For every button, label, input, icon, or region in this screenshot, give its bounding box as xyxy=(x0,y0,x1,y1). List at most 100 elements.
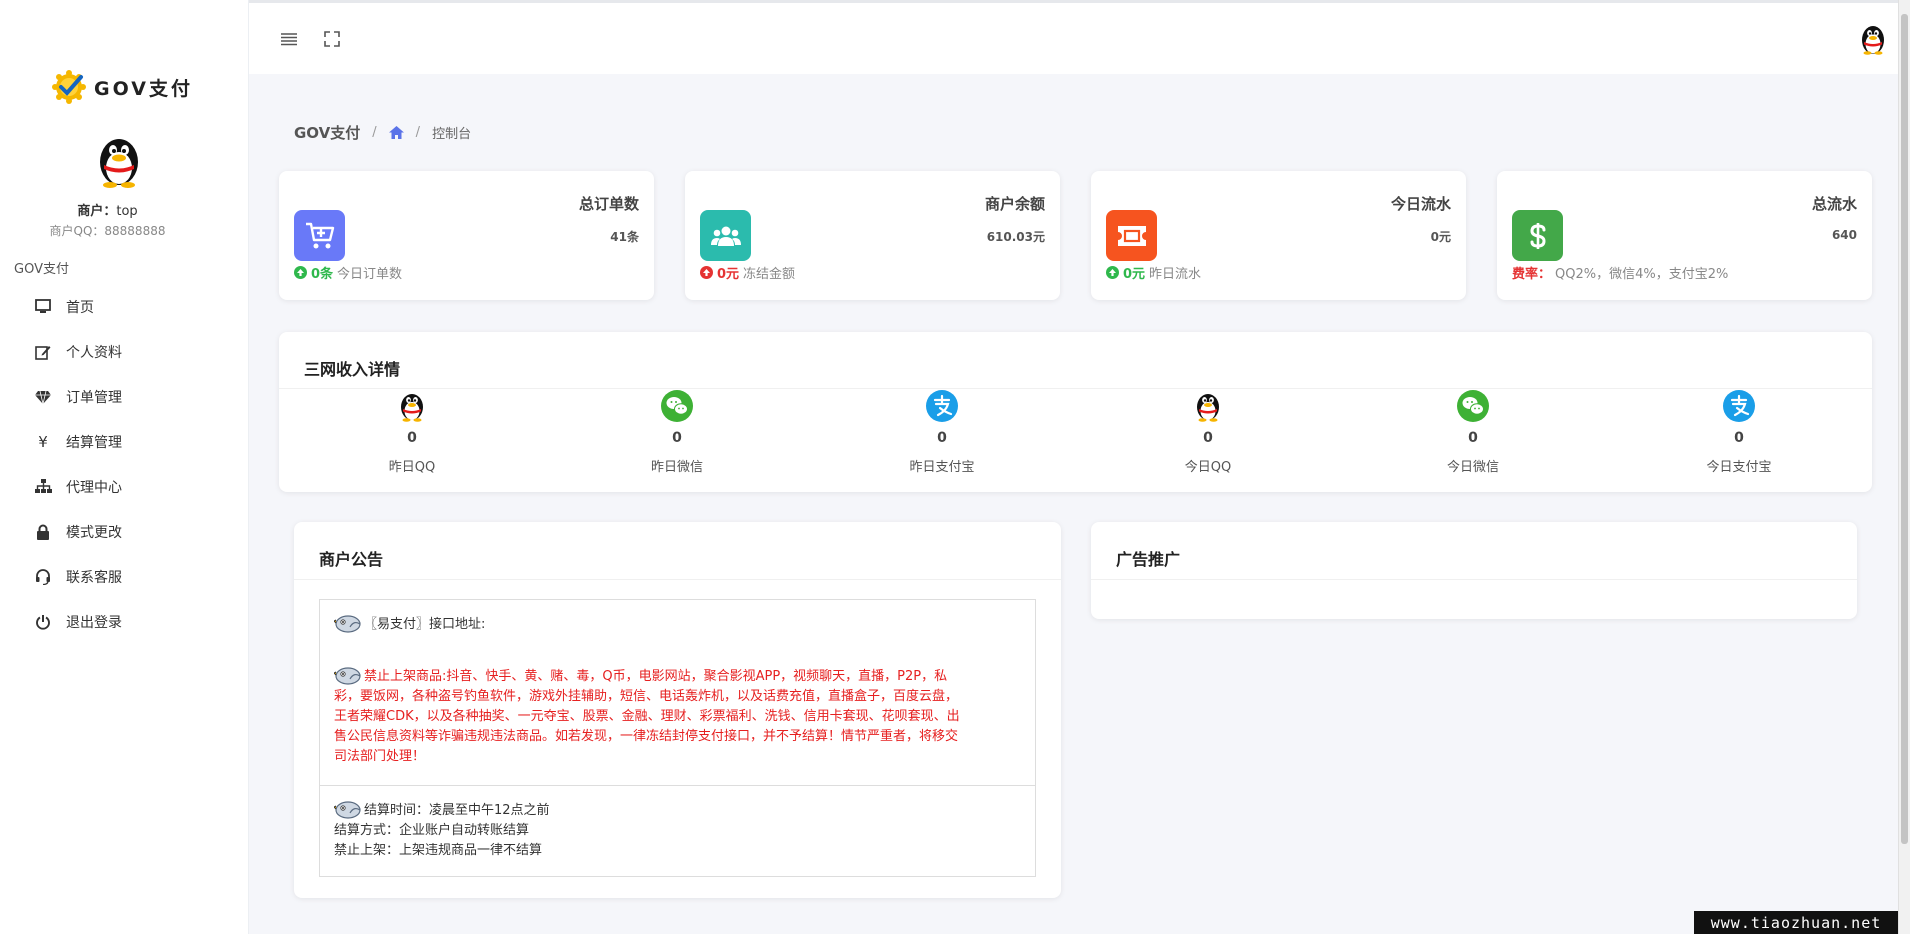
stat-card-balance: 商户余额 610.03元 0元 冻结金额 xyxy=(685,171,1060,300)
yen-icon: ¥ xyxy=(38,432,48,451)
notice-warning-line: 王者荣耀CDK，以及各种抽奖、一元夺宝、股票、金融、理财、彩票福利、洗钱、信用卡… xyxy=(334,709,960,724)
sidebar-item-orders[interactable]: 订单管理 xyxy=(0,374,249,419)
home-icon[interactable] xyxy=(388,126,404,139)
income-item: 0 昨日微信 xyxy=(577,390,777,475)
wechat-icon xyxy=(1457,390,1489,422)
income-item: 0 今日支付宝 xyxy=(1639,390,1839,475)
stat-title: 总流水 xyxy=(1811,195,1857,213)
ads-panel: 广告推广 xyxy=(1091,522,1857,619)
sidebar-item-label: 订单管理 xyxy=(66,389,122,406)
sidebar-item-label: 联系客服 xyxy=(66,569,122,586)
income-item: 0 昨日支付宝 xyxy=(842,390,1042,475)
merchant-qq: 商户QQ：88888888 xyxy=(49,224,166,238)
stat-value: 0元 xyxy=(1430,230,1451,244)
sidebar-item-label: 首页 xyxy=(66,299,94,316)
income-panel: 三网收入详情 0 昨日QQ 0 昨日微信 0 昨日支付宝 0 今日QQ 0 今日… xyxy=(279,332,1872,492)
sidebar-item-logout[interactable]: 退出登录 xyxy=(0,599,249,644)
wechat-icon xyxy=(661,390,693,422)
bird-emoji-icon xyxy=(334,667,361,685)
income-value: 0 xyxy=(407,430,417,446)
stat-card-today-flow: 今日流水 0元 0元 昨日流水 xyxy=(1091,171,1466,300)
notice-settle: 结算时间：凌晨至中午12点之前 结算方式：企业账户自动转账结算 禁止上架：上架违… xyxy=(334,798,550,861)
sidebar-section-title: GOV支付 xyxy=(14,262,69,277)
bird-emoji-icon xyxy=(334,615,361,633)
merchant-name: 商户：top xyxy=(77,204,138,219)
divider xyxy=(279,388,1872,389)
edit-icon xyxy=(34,343,52,361)
divider xyxy=(1091,579,1857,580)
stat-title: 商户余额 xyxy=(984,195,1045,213)
alipay-icon xyxy=(1723,390,1755,422)
fullscreen-icon[interactable] xyxy=(322,29,342,49)
breadcrumb-root[interactable]: GOV支付 xyxy=(294,122,360,143)
ticket-icon xyxy=(1106,210,1157,261)
income-label: 今日QQ xyxy=(1184,460,1232,475)
user-avatar[interactable] xyxy=(1858,23,1888,55)
bird-emoji-icon xyxy=(334,801,361,819)
stat-value: 640 xyxy=(1831,228,1857,242)
sidebar-item-mode[interactable]: 模式更改 xyxy=(0,509,249,554)
stat-footer: 0条 今日订单数 xyxy=(294,263,402,282)
income-item: 0 今日微信 xyxy=(1373,390,1573,475)
income-item: 0 今日QQ xyxy=(1108,390,1308,475)
notice-title: 商户公告 xyxy=(319,550,384,569)
sidebar-item-settlement[interactable]: ¥ 结算管理 xyxy=(0,419,249,464)
menu-toggle-icon[interactable] xyxy=(279,29,299,49)
income-title: 三网收入详情 xyxy=(304,360,401,379)
notice-warning: 禁止上架商品:抖音、快手、黄、赌、毒，Q币，电影网站，聚合影视APP，视频聊天，… xyxy=(334,664,1010,767)
stat-footer: 0元 冻结金额 xyxy=(700,263,795,282)
income-value: 0 xyxy=(937,430,947,446)
arrow-up-icon xyxy=(1106,266,1119,279)
income-value: 0 xyxy=(1468,430,1478,446)
brand-logo-icon xyxy=(52,70,86,104)
sidebar-item-agent[interactable]: 代理中心 xyxy=(0,464,249,509)
income-value: 0 xyxy=(1203,430,1213,446)
brand-name: GOV支付 xyxy=(94,77,193,100)
ads-title: 广告推广 xyxy=(1116,550,1181,569)
power-icon xyxy=(34,613,52,631)
sidebar-item-label: 个人资料 xyxy=(66,344,122,361)
notice-warning-line: 禁止上架商品:抖音、快手、黄、赌、毒，Q币，电影网站，聚合影视APP，视频聊天，… xyxy=(334,664,1010,687)
sidebar-item-profile[interactable]: 个人资料 xyxy=(0,329,249,374)
breadcrumb-separator: / xyxy=(415,125,421,140)
scrollbar-thumb[interactable] xyxy=(1901,14,1908,844)
arrow-up-icon xyxy=(700,266,713,279)
lock-icon xyxy=(34,523,52,541)
sidebar-item-label: 代理中心 xyxy=(66,479,122,496)
divider xyxy=(294,579,1061,580)
sidebar-item-label: 结算管理 xyxy=(66,434,122,451)
page-scrollbar[interactable] xyxy=(1898,0,1910,934)
income-item: 0 昨日QQ xyxy=(312,390,512,475)
sidebar-menu: 首页 个人资料 订单管理 ¥ 结算管理 代理中心 模式更改 联系客服 退出登录 xyxy=(0,284,249,644)
notice-settle-time: 结算时间：凌晨至中午12点之前 xyxy=(334,798,550,821)
notice-warning-line: 售公民信息资料等诈骗违规违法商品。如若发现，一律冻结封停支付接口，并不予结算！情… xyxy=(334,729,959,744)
breadcrumb-current: 控制台 xyxy=(432,127,472,142)
sidebar-item-label: 模式更改 xyxy=(66,524,122,541)
income-label: 昨日QQ xyxy=(388,460,436,475)
notice-warning-line: 司法部门处理！ xyxy=(334,749,426,764)
diamond-icon xyxy=(34,388,52,406)
brand[interactable]: GOV支付 xyxy=(52,70,193,104)
stat-footer: 0元 昨日流水 xyxy=(1106,263,1201,282)
stat-card-total-orders: 总订单数 41条 0条 今日订单数 xyxy=(279,171,654,300)
qq-icon xyxy=(401,394,423,422)
alipay-icon xyxy=(926,390,958,422)
stat-footer: 费率： QQ2%，微信4%，支付宝2% xyxy=(1512,267,1729,282)
income-value: 0 xyxy=(672,430,682,446)
cart-icon xyxy=(294,210,345,261)
merchant-avatar[interactable] xyxy=(94,132,144,188)
notice-line: 〖易支付〗接口地址: xyxy=(334,612,485,635)
breadcrumb-separator: / xyxy=(372,125,377,140)
sitemap-icon xyxy=(34,478,52,496)
notice-section: 〖易支付〗接口地址: 禁止上架商品:抖音、快手、黄、赌、毒，Q币，电影网站，聚合… xyxy=(320,600,1035,786)
breadcrumb: GOV支付 / / 控制台 xyxy=(294,122,471,143)
monitor-icon xyxy=(34,298,52,316)
dollar-icon xyxy=(1512,210,1563,261)
stat-value: 610.03元 xyxy=(986,230,1045,244)
sidebar-item-home[interactable]: 首页 xyxy=(0,284,249,329)
arrow-up-icon xyxy=(294,266,307,279)
sidebar-item-support[interactable]: 联系客服 xyxy=(0,554,249,599)
income-value: 0 xyxy=(1734,430,1744,446)
notice-settle-method: 结算方式：企业账户自动转账结算 xyxy=(334,823,530,838)
stat-title: 今日流水 xyxy=(1390,195,1451,213)
